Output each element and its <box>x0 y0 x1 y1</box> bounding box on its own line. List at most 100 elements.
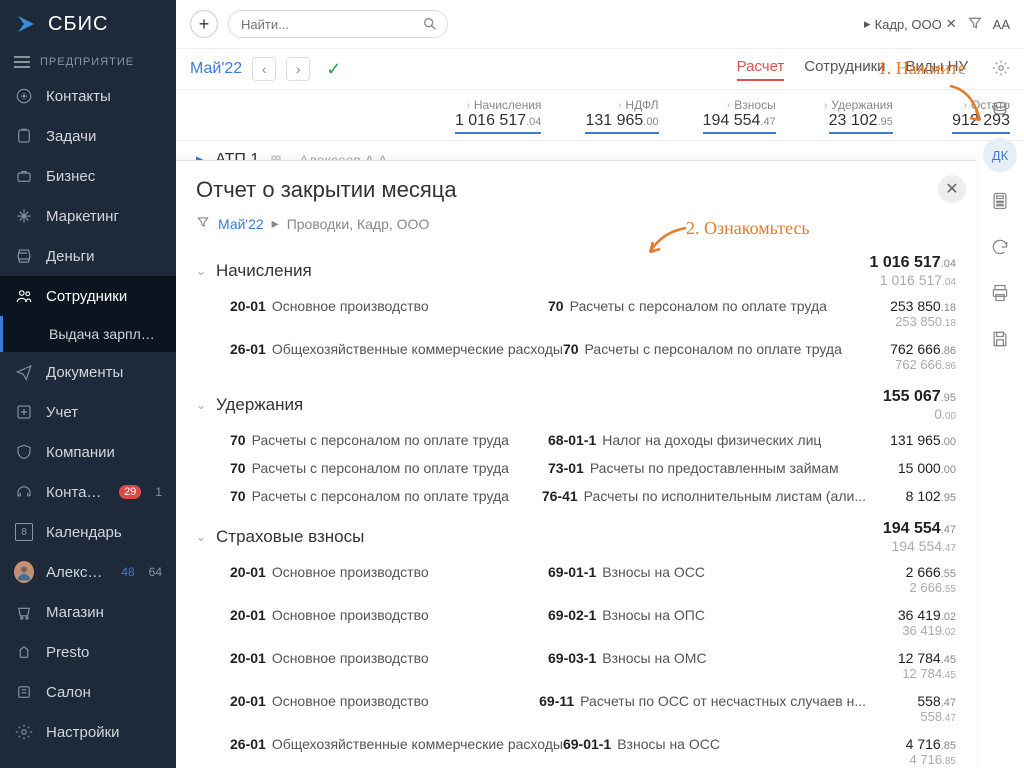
entry-row[interactable]: 20-01Основное производство 69-02-1Взносы… <box>196 601 956 644</box>
sidebar-item-tasks[interactable]: Задачи <box>0 116 176 156</box>
sidebar-item-shop[interactable]: Магазин <box>0 592 176 632</box>
rail-refresh-icon[interactable] <box>983 230 1017 264</box>
rail-calculator-icon[interactable] <box>983 184 1017 218</box>
sidebar-item-accounting[interactable]: Учет <box>0 392 176 432</box>
entry-row[interactable]: 20-01Основное производство 69-11Расчеты … <box>196 687 956 730</box>
filter-icon[interactable] <box>967 15 983 34</box>
logo[interactable]: СБИС <box>0 0 176 48</box>
summary-bar: ›Начисления 1 016 517.04 ›НДФЛ 131 965.0… <box>176 90 1024 141</box>
calendar-icon: 8 <box>14 522 34 542</box>
sidebar-item-companies[interactable]: Компании <box>0 432 176 472</box>
group-header[interactable]: ⌄ Удержания 155 067.95 0.00 <box>196 378 956 426</box>
check-icon[interactable]: ✓ <box>326 59 341 80</box>
sidebar-item-marketing[interactable]: Маркетинг <box>0 196 176 236</box>
panel-title: Отчет о закрытии месяца <box>196 177 956 203</box>
group-title: Начисления <box>216 261 312 281</box>
salon-icon <box>14 682 34 702</box>
credit-code: 69-01-1 <box>563 736 611 767</box>
rail-coins-icon[interactable] <box>983 92 1017 126</box>
main: + ▸ Кадр, ООО ✕ AA Май'22 ‹ › ✓ Расчет С… <box>176 0 1024 768</box>
sidebar-item-presto[interactable]: Presto <box>0 632 176 672</box>
period-prev-button[interactable]: ‹ <box>252 57 276 81</box>
tabs: Расчет Сотрудники Виды НУ <box>737 58 968 81</box>
summary-val: 23 102 <box>829 112 878 129</box>
group-header[interactable]: ⌄ Начисления 1 016 517.04 1 016 517.04 <box>196 244 956 292</box>
summary-col-ndfl[interactable]: ›НДФЛ 131 965.00 <box>541 98 658 134</box>
sidebar-item-salon[interactable]: Салон <box>0 672 176 712</box>
tab-types[interactable]: Виды НУ <box>906 58 968 81</box>
entry-amount: 762 666.86 762 666.86 <box>866 341 956 372</box>
credit-desc: Расчеты по исполнительным листам (али... <box>584 488 866 504</box>
sidebar-item-payroll[interactable]: Выдача зарплат... <box>0 316 176 352</box>
credit-code: 69-11 <box>539 693 574 724</box>
entry-row[interactable]: 70Расчеты с персоналом по оплате труда 7… <box>196 482 956 510</box>
debit-code: 20-01 <box>230 607 266 638</box>
group-header[interactable]: ⌄ Страховые взносы 194 554.47 194 554.47 <box>196 510 956 558</box>
chevron-down-icon: ⌄ <box>196 398 208 412</box>
font-size-icon[interactable]: AA <box>993 17 1010 32</box>
debit-code: 70 <box>230 432 246 448</box>
entry-row[interactable]: 20-01Основное производство 69-03-1Взносы… <box>196 644 956 687</box>
add-button[interactable]: + <box>190 10 218 38</box>
debit-desc: Расчеты с персоналом по оплате труда <box>252 488 509 504</box>
rail-dk-button[interactable]: ДК <box>983 138 1017 172</box>
entry-row[interactable]: 20-01Основное производство 69-01-1Взносы… <box>196 558 956 601</box>
contacts-icon <box>14 86 34 106</box>
sidebar-item-documents[interactable]: Документы <box>0 352 176 392</box>
group-title: Удержания <box>216 395 303 415</box>
entry-row[interactable]: 70Расчеты с персоналом по оплате труда 6… <box>196 426 956 454</box>
entry-row[interactable]: 26-01Общехозяйственные коммерческие расх… <box>196 730 956 768</box>
summary-col-accruals[interactable]: ›Начисления 1 016 517.04 <box>424 98 541 134</box>
credit-desc: Взносы на ОПС <box>602 607 705 638</box>
credit-code: 69-02-1 <box>548 607 596 638</box>
settings-icon[interactable] <box>992 59 1010 80</box>
sidebar-item-contact-center[interactable]: Контакт-це... 29 1 <box>0 472 176 512</box>
summary-col-deductions[interactable]: ›Удержания 23 102.95 <box>776 98 893 134</box>
tab-employees[interactable]: Сотрудники <box>804 58 885 81</box>
debit-code: 20-01 <box>230 564 266 595</box>
summary-head: Удержания <box>831 98 893 112</box>
entry-row[interactable]: 26-01Общехозяйственные коммерческие расх… <box>196 335 956 378</box>
debit-code: 26-01 <box>230 736 266 767</box>
sidebar-item-settings[interactable]: Настройки <box>0 712 176 752</box>
filter-icon[interactable] <box>196 215 210 232</box>
credit-desc: Расчеты по ОСС от несчастных случаев н..… <box>580 693 866 724</box>
period-label[interactable]: Май'22 <box>190 60 242 78</box>
sidebar-item-label: Задачи <box>46 128 162 145</box>
entry-amount: 12 784.45 12 784.45 <box>866 650 956 681</box>
rail-save-icon[interactable] <box>983 322 1017 356</box>
sidebar-item-business[interactable]: Бизнес <box>0 156 176 196</box>
gear-icon <box>14 722 34 742</box>
entry-row[interactable]: 20-01Основное производство 70Расчеты с п… <box>196 292 956 335</box>
panel-month[interactable]: Май'22 <box>218 216 264 232</box>
sidebar-item-contacts[interactable]: Контакты <box>0 76 176 116</box>
group-sum: 1 016 517.04 1 016 517.04 <box>870 254 956 288</box>
entry-row[interactable]: 70Расчеты с персоналом по оплате труда 7… <box>196 454 956 482</box>
entry-amount: 253 850.18 253 850.18 <box>866 298 956 329</box>
sidebar-item-user[interactable]: Алексеев 48 64 <box>0 552 176 592</box>
summary-head: НДФЛ <box>625 98 658 112</box>
panel-body[interactable]: ⌄ Начисления 1 016 517.04 1 016 517.04 2… <box>176 244 976 768</box>
close-button[interactable]: ✕ <box>938 175 966 203</box>
debit-code: 20-01 <box>230 650 266 681</box>
search-input[interactable] <box>228 10 448 38</box>
credit-code: 68-01-1 <box>548 432 596 448</box>
debit-desc: Общехозяйственные коммерческие расходы <box>272 736 563 767</box>
rail-print-icon[interactable] <box>983 276 1017 310</box>
search-icon[interactable] <box>422 16 438 35</box>
debit-desc: Основное производство <box>272 693 429 724</box>
sidebar-item-label: Магазин <box>46 604 162 621</box>
sidebar-item-money[interactable]: Деньги <box>0 236 176 276</box>
credit-desc: Взносы на ОМС <box>602 650 706 681</box>
summary-col-contributions[interactable]: ›Взносы 194 554.47 <box>659 98 776 134</box>
topbar: + ▸ Кадр, ООО ✕ AA <box>176 0 1024 49</box>
summary-val: 1 016 517 <box>455 112 526 129</box>
sidebar-item-calendar[interactable]: 8 Календарь <box>0 512 176 552</box>
period-next-button[interactable]: › <box>286 57 310 81</box>
sidebar-item-employees[interactable]: Сотрудники <box>0 276 176 316</box>
org-switcher[interactable]: ПРЕДПРИЯТИЕ <box>0 48 176 76</box>
tab-calculation[interactable]: Расчет <box>737 58 785 81</box>
credit-code: 69-01-1 <box>548 564 596 595</box>
chevron-down-icon: ⌄ <box>196 530 208 544</box>
org-selector[interactable]: ▸ Кадр, ООО ✕ <box>864 16 957 32</box>
